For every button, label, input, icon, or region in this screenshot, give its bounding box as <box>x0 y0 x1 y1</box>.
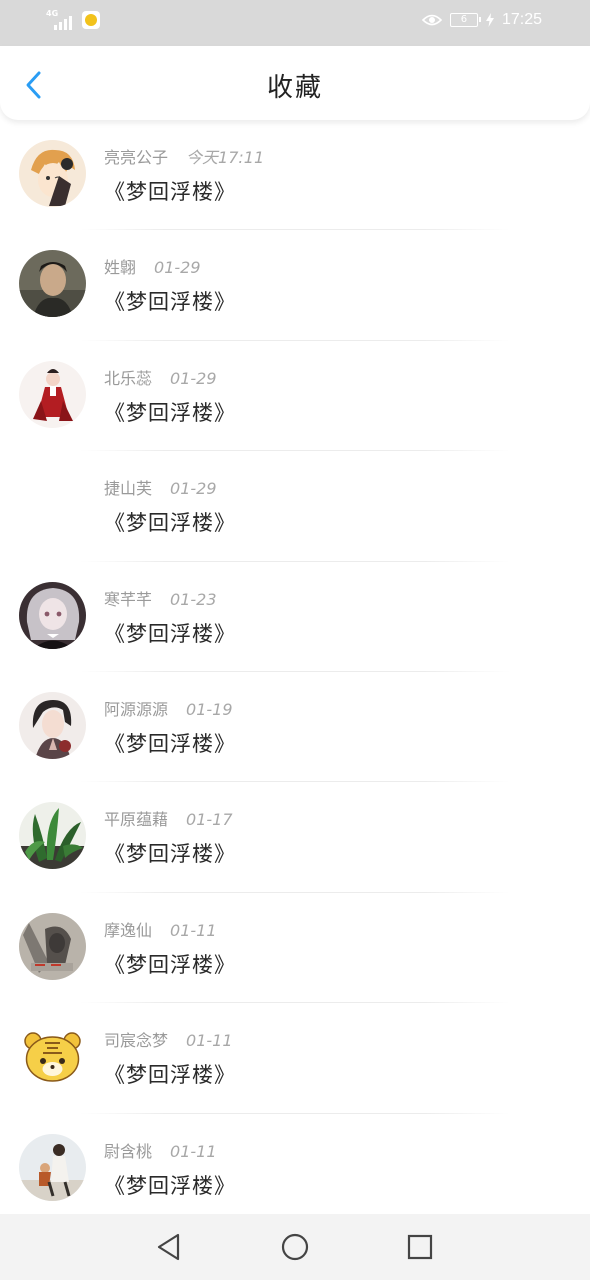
favorite-item[interactable]: 平原蕴藉 01-17 《梦回浮楼》 <box>0 782 590 893</box>
item-date: 01-23 <box>170 589 217 609</box>
item-date: 01-11 <box>186 1031 233 1051</box>
clock: 17:25 <box>501 11 542 28</box>
user-name[interactable]: 北乐蕊 <box>104 369 152 389</box>
favorite-item[interactable]: 摩逸仙 01-11 《梦回浮楼》 <box>0 893 590 1004</box>
user-name[interactable]: 寒芊芊 <box>104 590 152 610</box>
work-title[interactable]: 《梦回浮楼》 <box>104 620 236 648</box>
avatar[interactable] <box>19 250 86 318</box>
favorite-item[interactable]: 捷山芙 01-29 《梦回浮楼》 <box>0 451 590 562</box>
work-title[interactable]: 《梦回浮楼》 <box>104 288 236 316</box>
avatar[interactable] <box>19 140 86 207</box>
eye-comfort-icon <box>421 14 442 26</box>
avatar[interactable] <box>19 360 86 428</box>
favorite-item[interactable]: 阿源源源 01-19 《梦回浮楼》 <box>0 672 590 783</box>
nav-back-button[interactable] <box>154 1232 184 1262</box>
battery-level: 6 <box>460 14 468 25</box>
favorite-item[interactable]: 亮亮公子 今天17:11 《梦回浮楼》 <box>0 120 590 231</box>
favorite-item[interactable]: 司宸念梦 01-11 《梦回浮楼》 <box>0 1003 590 1114</box>
battery-icon: 6 <box>449 13 481 27</box>
item-date: 01-11 <box>170 920 217 940</box>
charging-icon <box>485 13 494 27</box>
avatar[interactable] <box>19 691 86 759</box>
status-left: 4G <box>46 10 100 30</box>
app-notification-icon <box>82 11 100 29</box>
item-date: 01-11 <box>170 1141 217 1161</box>
item-meta: 北乐蕊 01-29 <box>104 369 217 389</box>
avatar[interactable] <box>19 1023 86 1091</box>
avatar[interactable] <box>19 581 86 649</box>
status-right: 6 17:25 <box>421 11 542 29</box>
square-recents-icon <box>407 1234 433 1260</box>
header: 收藏 <box>0 46 590 120</box>
item-meta: 摩逸仙 01-11 <box>104 921 217 941</box>
avatar[interactable] <box>19 912 86 980</box>
work-title[interactable]: 《梦回浮楼》 <box>104 840 236 868</box>
signal-icon: 4G <box>46 10 74 30</box>
avatar[interactable] <box>19 802 86 870</box>
work-title[interactable]: 《梦回浮楼》 <box>104 1061 236 1089</box>
item-meta: 亮亮公子 今天17:11 <box>104 148 264 168</box>
favorite-item[interactable]: 北乐蕊 01-29 《梦回浮楼》 <box>0 341 590 452</box>
work-title[interactable]: 《梦回浮楼》 <box>104 509 236 537</box>
work-title[interactable]: 《梦回浮楼》 <box>104 178 236 206</box>
favorite-item[interactable]: 姓翺 01-29 《梦回浮楼》 <box>0 230 590 341</box>
user-name[interactable]: 捷山芙 <box>104 479 152 499</box>
system-nav-bar <box>0 1214 590 1280</box>
work-title[interactable]: 《梦回浮楼》 <box>104 730 236 758</box>
item-meta: 寒芊芊 01-23 <box>104 590 217 610</box>
user-name[interactable]: 姓翺 <box>104 258 136 278</box>
item-meta: 尉含桃 01-11 <box>104 1142 217 1162</box>
item-meta: 阿源源源 01-19 <box>104 700 233 720</box>
work-title[interactable]: 《梦回浮楼》 <box>104 1172 236 1200</box>
item-meta: 司宸念梦 01-11 <box>104 1031 233 1051</box>
circle-home-icon <box>281 1233 309 1261</box>
status-bar: 4G 6 17:25 <box>0 0 590 46</box>
user-name[interactable]: 尉含桃 <box>104 1142 152 1162</box>
user-name[interactable]: 亮亮公子 <box>104 148 168 168</box>
item-date: 今天17:11 <box>186 148 265 167</box>
item-date: 01-17 <box>186 810 233 830</box>
item-date: 01-29 <box>154 258 201 278</box>
user-name[interactable]: 阿源源源 <box>104 700 168 720</box>
item-meta: 捷山芙 01-29 <box>104 479 217 499</box>
item-date: 01-29 <box>170 368 217 388</box>
item-meta: 平原蕴藉 01-17 <box>104 810 233 830</box>
favorite-item[interactable]: 尉含桃 01-11 《梦回浮楼》 <box>0 1114 590 1224</box>
user-name[interactable]: 平原蕴藉 <box>104 810 168 830</box>
favorites-list: 亮亮公子 今天17:11 《梦回浮楼》 姓翺 01-29 《梦回浮楼》 北乐蕊 … <box>0 120 590 1224</box>
favorite-item[interactable]: 寒芊芊 01-23 《梦回浮楼》 <box>0 562 590 672</box>
triangle-back-icon <box>157 1233 180 1261</box>
item-date: 01-19 <box>186 699 233 719</box>
user-name[interactable]: 摩逸仙 <box>104 921 152 941</box>
item-date: 01-29 <box>170 479 217 499</box>
nav-recents-button[interactable] <box>405 1232 435 1262</box>
avatar[interactable] <box>19 1133 86 1201</box>
item-meta: 姓翺 01-29 <box>104 258 201 278</box>
nav-home-button[interactable] <box>280 1232 310 1262</box>
user-name[interactable]: 司宸念梦 <box>104 1031 168 1051</box>
work-title[interactable]: 《梦回浮楼》 <box>104 399 236 427</box>
page-title: 收藏 <box>266 73 323 103</box>
work-title[interactable]: 《梦回浮楼》 <box>104 951 236 979</box>
